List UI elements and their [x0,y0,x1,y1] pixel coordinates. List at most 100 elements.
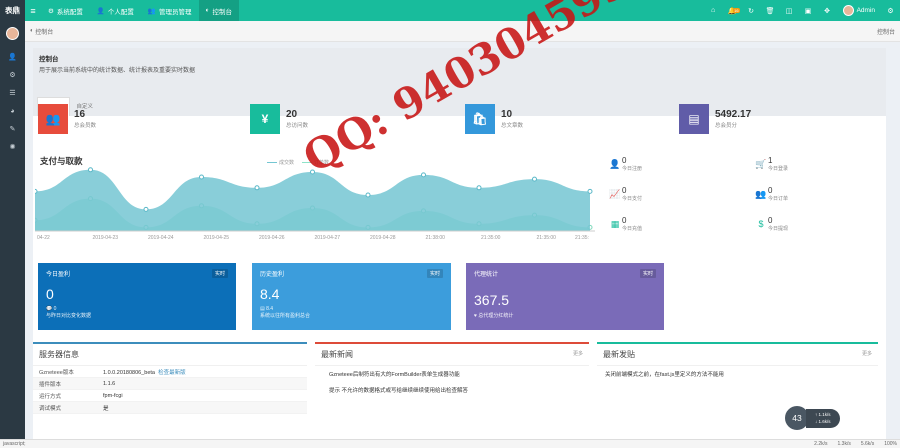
table-row: 插件版本 1.1.6 [33,378,307,390]
data-point[interactable] [365,192,371,198]
card-sub: ♥ 总代理分红统计 [474,313,514,319]
sidebar: 👤 ⚙ ☰ ◕ ✎ ✺ [0,21,25,448]
home-icon[interactable]: ⌂ [704,7,723,14]
data-point[interactable] [421,172,426,178]
stat-articles: 🛍 10 总文章数 [465,104,523,134]
avatar [842,5,854,16]
bag-icon: 🛍 [465,104,495,134]
card-history-profit: 历史盈利 实时 8.4 ▤ 8.4 系统以往所有盈利总合 [252,263,451,330]
users-icon: 👥 [147,7,157,15]
server-info-box: 服务器信息 Gzneteee版本 1.0.0.20180806_beta 检查最新… [33,342,307,446]
breadcrumb-right[interactable]: 控制台 [877,27,895,36]
top-navbar: 表鼎 ≡ ⚙ 系统配置 👤 个人配置 👥 管理员管理 ◐ 控制台 ⌂ 🔔 16 ↻ 🗑 ◫… [0,0,900,21]
user-menu[interactable]: Admin [837,5,881,16]
nav-tab-system-config[interactable]: ⚙ 系统配置 [41,0,90,21]
data-point[interactable] [476,185,482,191]
wrench-icon: ✎ [9,126,16,133]
sidebar-item-dashboard[interactable]: ◕ [0,102,25,120]
language-icon[interactable]: ◫ [780,7,799,15]
sidebar-item-settings[interactable]: ⚙ [0,66,25,84]
rstat-withdraw: $0 今日提现 [754,216,788,232]
news-box: 最新新闻 更多 Gzneteee后制符出有大的FormBuilder表单生成器功能… [315,342,589,446]
trash-icon[interactable]: 🗑 [761,7,780,15]
sidebar-item-addons[interactable]: ✺ [0,138,25,156]
speed-pill: ↑ 1.1k/s ↓ 1.6k/s [806,409,840,428]
bell-icon[interactable]: 🔔 16 [723,7,742,15]
refresh-icon[interactable]: ↻ [742,7,761,15]
data-point[interactable] [587,188,593,194]
x-tick-label: 2019-04-27 [315,235,341,241]
breadcrumb-dashboard[interactable]: 控制台 [35,27,53,36]
stat-label: 总访问数 [286,123,309,129]
card-sub: ▤ 8.4 系统以往所有盈利总合 [260,306,311,319]
nav-tab-dashboard[interactable]: ◐ 控制台 [198,0,239,21]
card-tag: 实时 [211,269,228,278]
breadcrumb: ◐ 控制台 控制台 [25,21,900,42]
post-item[interactable]: 关闭前端模式之前，在fast.js里定义的方法不能用 [597,366,878,382]
gears-icon: ⚙ [9,72,16,79]
more-link[interactable]: 更多 [573,350,583,357]
data-point[interactable] [532,176,537,182]
cart-icon: 🛒 [755,158,767,169]
dashboard-icon: ◕ [10,107,15,115]
card-value: 8.4 [260,286,280,302]
data-point[interactable] [254,185,260,191]
rstat-register: 👤 0 今日注册 [609,156,643,172]
card-title: 今日盈利 [46,272,71,278]
status-bar: javascript; 2.2k/s 1.3k/s 5.6k/s 100% [0,439,900,448]
nav-tab-admin-manage[interactable]: 👥 管理员管理 [141,0,199,21]
users-icon: 👥 [38,104,68,134]
status-item: 1.3k/s [837,441,851,447]
legend-item-0[interactable]: 成交数 [267,159,294,166]
check-update-link[interactable]: 检查最新版 [158,370,186,376]
data-point[interactable] [199,174,204,180]
stat-points: ▤ 5492.17 总会员分 [679,104,751,134]
data-point[interactable] [32,188,38,194]
stat-value: 16 [74,109,86,120]
fullscreen-icon[interactable]: ✥ [818,7,837,15]
sidebar-avatar[interactable] [6,27,19,40]
news-item[interactable]: 提示 不允许的数据格式或写给继续继续使用给出检查解答 [315,382,589,398]
chart-icon: 📈 [609,188,621,199]
more-link[interactable]: 更多 [862,350,872,357]
stat-value: 10 [501,109,513,120]
rstat-login: 🛒 1 今日登录 [755,156,789,172]
calendar-icon: ▦ [610,218,620,229]
card-title: 历史盈利 [260,272,285,278]
nav-tab-personal-config[interactable]: 👤 个人配置 [90,0,141,21]
card-title: 代理统计 [474,272,499,278]
user-icon: 👤 [96,7,105,15]
book-icon: ▤ [679,104,709,134]
x-tick-label: 21:35:00 [537,235,557,241]
dashboard-icon: ◐ [205,7,210,14]
box-title: 服务器信息 [33,344,307,366]
app-logo[interactable]: 表鼎 [0,0,25,21]
sidebar-item-tools[interactable]: ✎ [0,120,25,138]
rstat-recharge: ▦ 0 今日充值 [608,216,642,232]
rstat-order: 👥 0 今日订单 [755,186,789,202]
dollar-icon: $ [758,219,764,229]
news-item[interactable]: Gzneteee后制符出有大的FormBuilder表单生成器功能 [315,366,589,382]
user-icon: 👤 [8,54,17,61]
status-zoom: 100% [884,441,897,447]
x-tick-label: 04-22 [37,235,50,241]
x-tick-label: 2019-04-23 [93,235,119,241]
server-info-table: Gzneteee版本 1.0.0.20180806_beta 检查最新版 插件版本… [33,366,307,414]
sidebar-item-list[interactable]: ☰ [0,84,25,102]
status-item: 2.2k/s [814,441,828,447]
card-tag: 实时 [639,269,656,278]
user-plus-icon: 👤 [609,158,621,169]
card-sub: 💬 0 与昨日对比变化数据 [46,306,92,319]
x-tick-label: 2019-04-25 [204,235,230,241]
menu-toggle-icon[interactable]: ≡ [25,6,41,16]
settings-icon[interactable]: ⚙ [881,7,900,15]
data-point[interactable] [88,167,93,173]
sidebar-item-user[interactable]: 👤 [0,48,25,66]
right-stats: 👤 0 今日注册 🛒 1 今日登录 📈 0 今日支付 👥 0 今日订单 ▦ 0 今日充值 $0 今日提… [608,152,878,248]
data-point[interactable] [143,206,149,212]
x-tick-label: 2019-04-28 [370,235,396,241]
window-icon[interactable]: ▣ [799,7,818,15]
notification-badge: 16 [733,7,740,13]
rocket-icon: ✺ [9,144,16,151]
rstat-pay: 📈 0 今日支付 [609,186,643,202]
